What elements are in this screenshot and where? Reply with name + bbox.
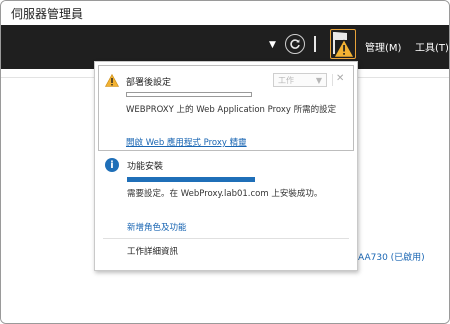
tools-menu[interactable]: 工具(T) [415, 39, 449, 54]
notification-post-deployment: 部署後設定 工作 ▼ ✕ WEBPROXY 上的 Web Application… [98, 65, 354, 151]
popup-separator [103, 238, 349, 239]
title-bar: 伺服器管理員 [1, 1, 449, 26]
server-status-text[interactable]: -AA730 (已啟用) [355, 250, 425, 263]
tasks-dropdown[interactable]: 工作 ▼ [273, 73, 327, 87]
header-separator [314, 36, 316, 52]
add-roles-link[interactable]: 新增角色及功能 [127, 221, 187, 233]
tasks-dropdown-label: 工作 [278, 75, 294, 85]
notification-title: 部署後設定 [126, 78, 172, 88]
info-icon: i [105, 158, 119, 172]
window-title: 伺服器管理員 [11, 7, 84, 21]
notification-title: 功能安裝 [127, 162, 164, 172]
close-separator [332, 74, 333, 86]
notifications-flag-button[interactable] [330, 29, 356, 59]
open-wizard-link[interactable]: 開啟 Web 應用程式 Proxy 精靈 [126, 136, 247, 148]
notifications-popup: 部署後設定 工作 ▼ ✕ WEBPROXY 上的 Web Application… [94, 61, 358, 271]
progress-bar-complete [127, 177, 255, 182]
manage-menu[interactable]: 管理(M) [365, 39, 401, 54]
server-manager-window: 伺服器管理員 ▼ 管理(M) 工具(T) -AA730 (已啟用) 部署後設定 … [0, 0, 450, 324]
notification-flag-icon [333, 32, 355, 58]
close-icon[interactable]: ✕ [336, 73, 344, 84]
dropdown-arrow-icon[interactable]: ▼ [269, 40, 276, 50]
refresh-icon[interactable] [285, 34, 305, 54]
warning-icon [105, 74, 119, 87]
task-details-link[interactable]: 工作詳細資訊 [127, 245, 178, 257]
notification-message: WEBPROXY 上的 Web Application Proxy 所需的設定 [126, 105, 337, 115]
chevron-down-icon: ▼ [315, 75, 322, 85]
notification-message: 需要設定。在 WebProxy.lab01.com 上安裝成功。 [127, 189, 323, 199]
progress-bar-empty [126, 92, 252, 97]
